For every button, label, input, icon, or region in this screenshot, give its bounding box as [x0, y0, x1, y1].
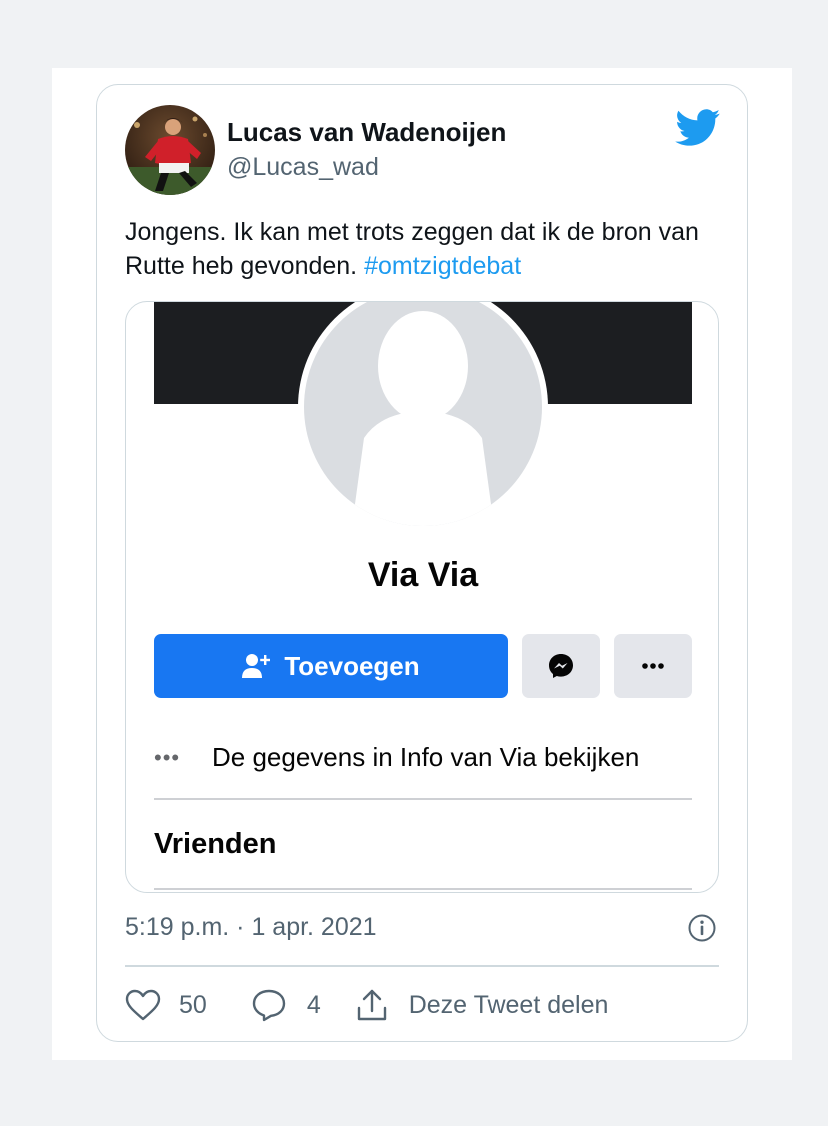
add-friend-icon — [242, 654, 271, 678]
add-friend-button: Toevoegen — [154, 634, 508, 698]
like-count: 50 — [179, 990, 207, 1019]
twitter-bird-icon[interactable] — [675, 109, 721, 147]
tweet-text: Jongens. Ik kan met trots zeggen dat ik … — [125, 215, 725, 283]
embedded-tweet[interactable]: Lucas van Wadenoijen @Lucas_wad Jongens.… — [96, 84, 748, 1042]
friends-heading: Vrienden — [154, 828, 277, 860]
ellipsis-icon: ••• — [154, 744, 181, 770]
divider — [154, 888, 692, 890]
reply-button[interactable]: 4 — [251, 988, 321, 1022]
profile-name: Via Via — [367, 556, 479, 594]
divider — [125, 965, 719, 967]
author-avatar[interactable] — [125, 105, 215, 195]
more-options-button — [614, 634, 692, 698]
profile-picture — [298, 302, 548, 532]
share-label: Deze Tweet delen — [408, 990, 609, 1019]
info-circle-icon[interactable] — [687, 913, 717, 943]
attached-facebook-screenshot[interactable]: Via Via Toevoegen ••• De gegevens in Inf… — [125, 301, 719, 893]
hashtag-link[interactable]: #omtzigtdebat — [364, 252, 521, 280]
profile-info-row: ••• De gegevens in Info van Via bekijken — [154, 742, 692, 773]
share-button[interactable]: Deze Tweet delen — [355, 988, 609, 1022]
profile-info-text: De gegevens in Info van Via bekijken — [212, 742, 640, 772]
like-button[interactable]: 50 — [125, 989, 207, 1021]
more-dots-icon — [642, 663, 664, 669]
add-friend-label: Toevoegen — [284, 650, 420, 681]
share-upload-icon — [357, 989, 386, 1021]
author-handle[interactable]: @Lucas_wad — [227, 153, 379, 182]
tweet-timestamp[interactable]: 5:19 p.m. · 1 apr. 2021 — [125, 913, 377, 942]
divider — [154, 798, 692, 800]
reply-count: 4 — [306, 990, 321, 1019]
speech-bubble-icon — [252, 989, 286, 1022]
heart-icon — [125, 989, 161, 1021]
message-button — [522, 634, 600, 698]
tweet-actions: 50 4 Deze Tweet delen — [125, 987, 608, 1023]
default-avatar-silhouette-icon — [352, 311, 494, 526]
author-name[interactable]: Lucas van Wadenoijen — [227, 117, 506, 148]
messenger-icon — [549, 654, 573, 678]
